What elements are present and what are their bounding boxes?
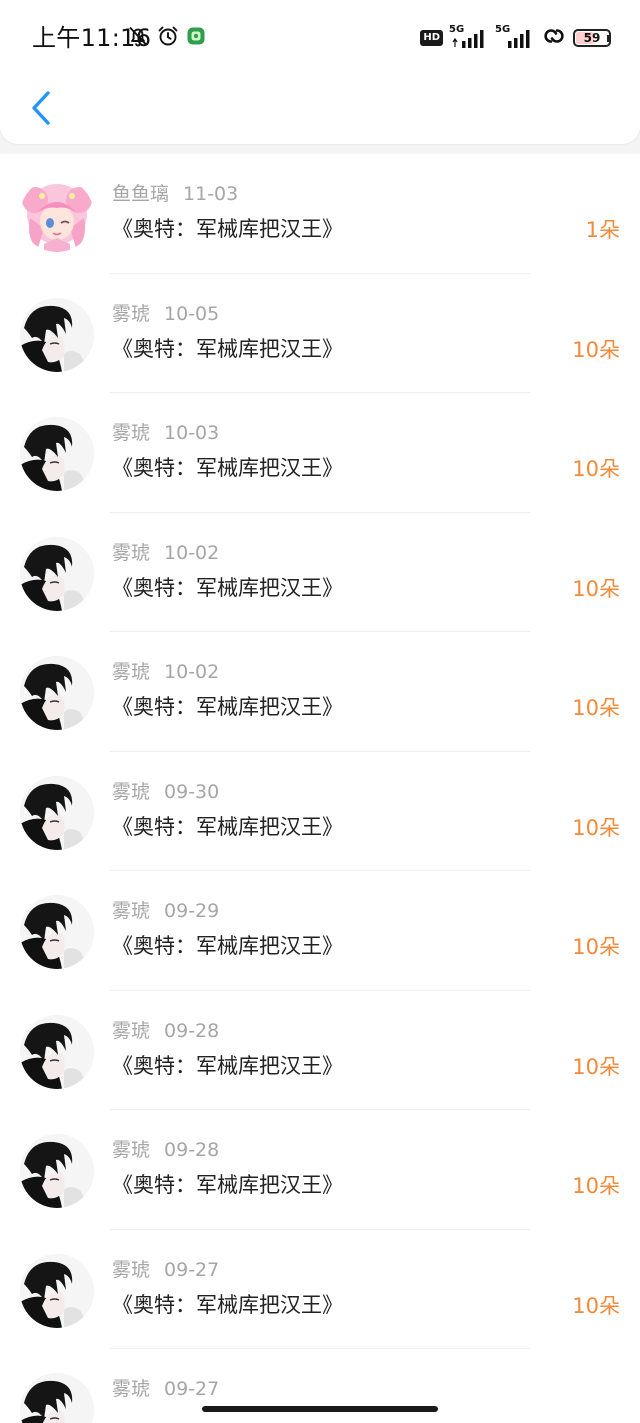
book-title[interactable]: 《奥特：军械库把汉王》 xyxy=(112,1051,343,1081)
book-title[interactable]: 《奥特：军械库把汉王》 xyxy=(112,453,343,483)
gift-record-row[interactable]: 雾琥 09-27 《奥特：军械库把汉王》 10朵 xyxy=(0,1230,640,1350)
record-meta: 雾琥 09-27 xyxy=(112,1377,219,1401)
book-title[interactable]: 《奥特：军械库把汉王》 xyxy=(112,573,343,603)
user-name[interactable]: 雾琥 xyxy=(112,1139,150,1161)
hd-icon: HD xyxy=(420,30,443,46)
user-name[interactable]: 雾琥 xyxy=(112,1020,150,1042)
user-name[interactable]: 雾琥 xyxy=(112,303,150,325)
gift-record-row[interactable]: 雾琥 09-28 《奥特：军械库把汉王》 10朵 xyxy=(0,991,640,1111)
record-meta: 雾琥 09-28 xyxy=(112,1138,219,1162)
avatar[interactable] xyxy=(20,297,94,372)
nav-header xyxy=(0,72,640,144)
avatar[interactable] xyxy=(20,1253,94,1328)
avatar[interactable] xyxy=(20,536,94,611)
bell-off-icon xyxy=(126,24,150,52)
avatar[interactable] xyxy=(20,178,94,252)
book-title[interactable]: 《奥特：军械库把汉王》 xyxy=(112,1170,343,1200)
avatar[interactable] xyxy=(20,417,94,491)
chevron-left-icon xyxy=(32,91,50,125)
status-right-icons: HD 5G 5G 59 xyxy=(420,24,611,52)
record-meta: 雾琥 09-28 xyxy=(112,1019,219,1043)
record-meta: 雾琥 09-30 xyxy=(112,780,219,804)
book-title[interactable]: 《奥特：军械库把汉王》 xyxy=(112,692,343,722)
gift-record-list[interactable]: 鱼鱼璃 11-03 《奥特：军械库把汉王》 1朵 雾琥 10-05 《奥特：军械库把汉王》… xyxy=(0,154,640,1423)
gift-record-row[interactable]: 雾琥 10-03 《奥特：军械库把汉王》 10朵 xyxy=(0,393,640,513)
record-date: 11-03 xyxy=(183,183,239,205)
status-left-icons xyxy=(126,24,206,52)
gift-amount: 10朵 xyxy=(572,935,620,959)
record-meta: 雾琥 10-05 xyxy=(112,302,219,326)
gift-amount: 10朵 xyxy=(572,576,620,601)
back-button[interactable] xyxy=(20,86,64,130)
gift-record-page: 上午11:16 HD 5G 5G 59 鱼鱼璃 11-03 《奥特：军械库把汉王… xyxy=(0,0,640,1423)
record-date: 10-03 xyxy=(164,422,220,444)
gift-record-row[interactable]: 雾琥 09-29 《奥特：军械库把汉王》 10朵 xyxy=(0,871,640,991)
signal-5g-icon: 5G xyxy=(449,24,489,49)
record-date: 09-28 xyxy=(164,1019,220,1042)
gift-record-row[interactable]: 鱼鱼璃 11-03 《奥特：军械库把汉王》 1朵 xyxy=(0,154,640,274)
record-meta: 雾琥 09-27 xyxy=(112,1258,219,1282)
gift-amount: 10朵 xyxy=(572,337,620,362)
avatar[interactable] xyxy=(20,1373,94,1423)
alarm-icon xyxy=(156,24,180,52)
home-indicator[interactable] xyxy=(202,1406,438,1412)
record-date: 09-28 xyxy=(164,1139,220,1161)
gift-record-row[interactable]: 雾琥 09-28 《奥特：军械库把汉王》 10朵 xyxy=(0,1110,640,1230)
gift-record-row[interactable]: 雾琥 10-02 《奥特：军械库把汉王》 10朵 xyxy=(0,632,640,752)
record-meta: 雾琥 09-29 xyxy=(112,899,219,923)
user-name[interactable]: 雾琥 xyxy=(112,1378,150,1400)
status-bar: 上午11:16 HD 5G 5G 59 xyxy=(0,0,640,72)
battery-icon: 59 xyxy=(573,29,611,47)
record-date: 10-02 xyxy=(164,661,220,683)
avatar[interactable] xyxy=(20,895,94,969)
book-title[interactable]: 《奥特：军械库把汉王》 xyxy=(112,1290,343,1320)
gift-record-row[interactable]: 雾琥 09-30 《奥特：军械库把汉王》 10朵 xyxy=(0,752,640,872)
gift-amount: 10朵 xyxy=(572,1174,620,1198)
gift-amount: 10朵 xyxy=(572,815,620,840)
record-meta: 雾琥 10-03 xyxy=(112,421,219,445)
gift-record-row[interactable]: 雾琥 10-02 《奥特：军械库把汉王》 10朵 xyxy=(0,513,640,633)
app-notification-icon xyxy=(186,26,206,50)
avatar[interactable] xyxy=(20,775,94,850)
user-name[interactable]: 雾琥 xyxy=(112,1259,150,1281)
link-icon xyxy=(541,25,567,51)
record-meta: 鱼鱼璃 11-03 xyxy=(112,182,238,206)
gift-amount: 10朵 xyxy=(572,457,620,481)
user-name[interactable]: 雾琥 xyxy=(112,661,150,683)
avatar[interactable] xyxy=(20,1014,94,1089)
avatar[interactable] xyxy=(20,656,94,730)
avatar[interactable] xyxy=(20,1134,94,1208)
user-name[interactable]: 雾琥 xyxy=(112,781,150,803)
record-date: 09-27 xyxy=(164,1378,220,1400)
book-title[interactable]: 《奥特：军械库把汉王》 xyxy=(112,334,343,364)
signal-5g-icon-2: 5G xyxy=(495,24,535,49)
gift-amount: 10朵 xyxy=(572,1054,620,1079)
user-name[interactable]: 雾琥 xyxy=(112,900,150,922)
user-name[interactable]: 雾琥 xyxy=(112,542,150,564)
record-date: 09-27 xyxy=(164,1258,220,1281)
book-title[interactable]: 《奥特：军械库把汉王》 xyxy=(112,214,343,244)
book-title[interactable]: 《奥特：军械库把汉王》 xyxy=(112,812,343,842)
gift-amount: 10朵 xyxy=(572,1293,620,1318)
record-date: 10-02 xyxy=(164,541,220,564)
record-meta: 雾琥 10-02 xyxy=(112,541,219,565)
user-name[interactable]: 鱼鱼璃 xyxy=(112,183,169,205)
gift-record-row[interactable]: 雾琥 10-05 《奥特：军械库把汉王》 10朵 xyxy=(0,274,640,394)
record-date: 09-29 xyxy=(164,900,220,922)
record-date: 09-30 xyxy=(164,780,220,803)
user-name[interactable]: 雾琥 xyxy=(112,422,150,444)
gift-amount: 1朵 xyxy=(585,218,620,242)
gift-amount: 10朵 xyxy=(572,696,620,720)
record-meta: 雾琥 10-02 xyxy=(112,660,219,684)
record-date: 10-05 xyxy=(164,302,220,325)
book-title[interactable]: 《奥特：军械库把汉王》 xyxy=(112,931,343,961)
